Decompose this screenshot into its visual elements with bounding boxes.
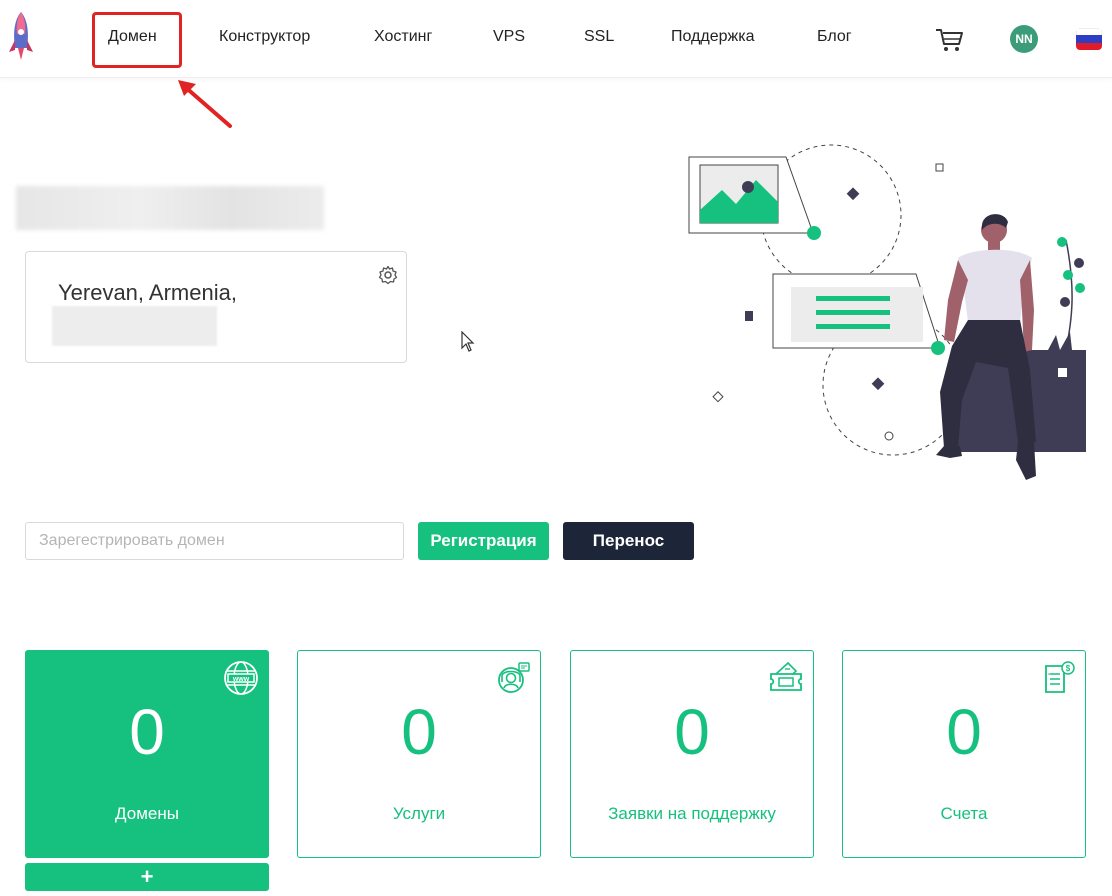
blurred-address xyxy=(52,306,217,346)
invoices-count: 0 xyxy=(946,696,982,768)
transfer-domain-button[interactable]: Перенос xyxy=(563,522,694,560)
rocket-logo-icon[interactable] xyxy=(6,10,36,64)
stat-card-domains[interactable]: www 0 Домены xyxy=(25,650,269,858)
domains-count: 0 xyxy=(129,696,165,768)
russia-flag-icon[interactable] xyxy=(1076,28,1102,50)
invoices-label: Счета xyxy=(940,804,988,823)
profile-location: Yerevan, Armenia, xyxy=(58,280,237,305)
nav-constructor[interactable]: Конструктор xyxy=(219,28,310,46)
globe-www-icon: www xyxy=(224,661,258,695)
add-domain-button[interactable]: + xyxy=(25,863,269,891)
stat-card-services[interactable]: 0 Услуги xyxy=(297,650,541,858)
blurred-user-name xyxy=(16,186,324,230)
invoice-icon: $ xyxy=(1045,661,1075,693)
stat-card-support-tickets[interactable]: 0 Заявки на поддержку xyxy=(570,650,814,858)
services-label: Услуги xyxy=(392,804,446,823)
support-agent-icon xyxy=(498,662,530,693)
nav-domain[interactable]: Домен xyxy=(108,28,157,46)
tickets-count: 0 xyxy=(674,696,710,768)
svg-text:www: www xyxy=(232,676,250,683)
nav-blog[interactable]: Блог xyxy=(817,28,852,46)
nav-ssl[interactable]: SSL xyxy=(584,28,614,46)
top-navbar: Домен Конструктор Хостинг VPS SSL Поддер… xyxy=(0,0,1112,78)
nav-vps[interactable]: VPS xyxy=(493,28,525,46)
nav-hosting[interactable]: Хостинг xyxy=(374,28,432,46)
domains-label: Домены xyxy=(115,804,179,823)
person-sitting-illustration xyxy=(688,144,1086,480)
svg-text:$: $ xyxy=(1066,664,1071,673)
nav-support[interactable]: Поддержка xyxy=(671,28,754,46)
gear-icon[interactable] xyxy=(378,265,398,285)
profile-card: Yerevan, Armenia, xyxy=(25,251,407,363)
domain-search-input[interactable] xyxy=(25,522,404,560)
mouse-cursor-icon xyxy=(461,331,475,352)
stat-card-invoices[interactable]: $ 0 Счета xyxy=(842,650,1086,858)
ticket-icon xyxy=(770,661,802,691)
cart-icon[interactable] xyxy=(934,24,964,54)
dashboard-page: Домен Конструктор Хостинг VPS SSL Поддер… xyxy=(0,0,1112,896)
user-avatar[interactable]: NN xyxy=(1010,25,1038,53)
red-arrow-annotation xyxy=(178,80,232,128)
register-domain-button[interactable]: Регистрация xyxy=(418,522,549,560)
tickets-label: Заявки на поддержку xyxy=(608,804,776,823)
services-count: 0 xyxy=(401,696,437,768)
